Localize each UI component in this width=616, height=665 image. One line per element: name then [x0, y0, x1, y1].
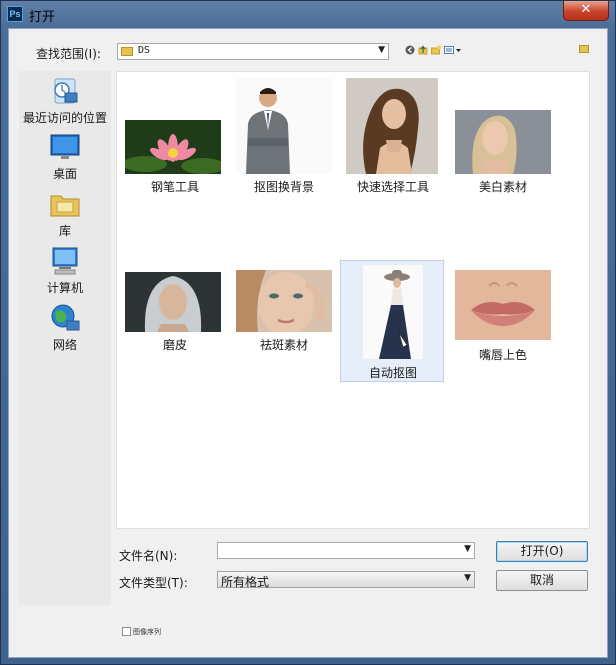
file-name: 磨皮 [162, 338, 187, 352]
place-library[interactable]: 库 [19, 188, 111, 239]
place-label: 桌面 [52, 167, 77, 181]
look-in-label: 查找范围(I): [36, 47, 101, 61]
file-name: 抠图换背景 [253, 180, 314, 194]
file-item-auto-cutout[interactable]: 自动抠图 [340, 260, 444, 382]
photoshop-app-icon: Ps [7, 6, 23, 22]
thumbnail-face-closeup [236, 270, 332, 332]
file-list-view[interactable]: 钢笔工具 抠图换背景 快速选择工具 美白素材 磨皮 祛斑素材 自动抠图 嘴唇上色 [116, 71, 590, 529]
place-recent[interactable]: 最近访问的位置 [19, 75, 111, 126]
up-folder-icon[interactable] [418, 45, 428, 55]
thumbnail-lotus [125, 120, 221, 174]
file-name: 快速选择工具 [356, 180, 429, 194]
computer-icon [49, 245, 81, 277]
create-folder-icon[interactable] [579, 45, 589, 53]
network-globe-icon [49, 302, 81, 334]
place-label: 网络 [52, 338, 77, 352]
thumbnail-lips [455, 270, 551, 340]
close-button[interactable]: ✕ [563, 1, 609, 21]
close-icon: ✕ [580, 2, 592, 17]
file-item-quick-select[interactable]: 快速选择工具 [341, 72, 445, 202]
place-desktop[interactable]: 桌面 [19, 131, 111, 182]
title-bar[interactable]: Ps 打开 ✕ [1, 1, 615, 27]
cancel-button[interactable]: 取消 [496, 570, 588, 591]
file-name: 嘴唇上色 [478, 348, 527, 362]
image-sequence-checkbox[interactable] [122, 627, 131, 636]
open-dialog-window: Ps 打开 ✕ 查找范围(I): DS ▼ 最近访问的位置 桌面 库 计算机 网… [0, 0, 616, 665]
place-label: 计算机 [46, 281, 83, 295]
file-item-lip-color[interactable]: 嘴唇上色 [451, 270, 555, 362]
chevron-down-icon: ▼ [464, 573, 471, 583]
filetype-label: 文件类型(T): [119, 576, 188, 590]
file-item-whitening[interactable]: 美白素材 [451, 110, 555, 202]
file-name: 美白素材 [478, 180, 527, 194]
file-item-cutout-background[interactable]: 抠图换背景 [232, 72, 336, 202]
thumbnail-curly-woman [346, 78, 438, 174]
thumbnail-woman-hat [363, 265, 423, 359]
file-item-freckle-removal[interactable]: 祛斑素材 [232, 270, 336, 360]
dialog-body: 查找范围(I): DS ▼ 最近访问的位置 桌面 库 计算机 网络 钢笔工具 抠… [8, 28, 608, 658]
file-item-pen-tool[interactable]: 钢笔工具 [123, 112, 227, 202]
filetype-value: 所有格式 [221, 575, 270, 589]
file-name: 钢笔工具 [150, 180, 199, 194]
filename-input[interactable]: ▼ [217, 542, 475, 559]
thumbnail-blonde-woman [455, 110, 551, 174]
chevron-down-icon: ▼ [378, 45, 385, 55]
folder-icon [121, 47, 133, 56]
recent-places-icon [49, 75, 81, 107]
chevron-down-icon[interactable]: ▼ [464, 544, 471, 554]
places-bar: 最近访问的位置 桌面 库 计算机 网络 [19, 71, 111, 605]
look-in-combo[interactable]: DS ▼ [117, 43, 389, 60]
filename-label: 文件名(N): [119, 549, 178, 563]
open-button[interactable]: 打开(O) [496, 541, 588, 562]
place-computer[interactable]: 计算机 [19, 245, 111, 296]
file-item-skin-smoothing[interactable]: 磨皮 [123, 270, 227, 360]
window-title: 打开 [29, 10, 56, 25]
nav-toolbar [405, 43, 465, 59]
file-name: 自动抠图 [368, 366, 417, 380]
view-menu-icon[interactable] [444, 45, 462, 55]
place-label: 库 [58, 224, 71, 238]
new-folder-icon[interactable] [431, 45, 441, 55]
thumbnail-businessman [236, 78, 332, 174]
desktop-icon [49, 131, 81, 163]
back-icon[interactable] [405, 45, 415, 55]
library-icon [49, 188, 81, 220]
look-in-value: DS [138, 45, 151, 56]
place-network[interactable]: 网络 [19, 302, 111, 353]
place-label: 最近访问的位置 [22, 111, 107, 125]
image-sequence-label: 图像序列 [133, 628, 161, 636]
thumbnail-hooded-woman [125, 272, 221, 332]
filetype-select[interactable]: 所有格式 ▼ [217, 571, 475, 589]
file-name: 祛斑素材 [259, 338, 308, 352]
